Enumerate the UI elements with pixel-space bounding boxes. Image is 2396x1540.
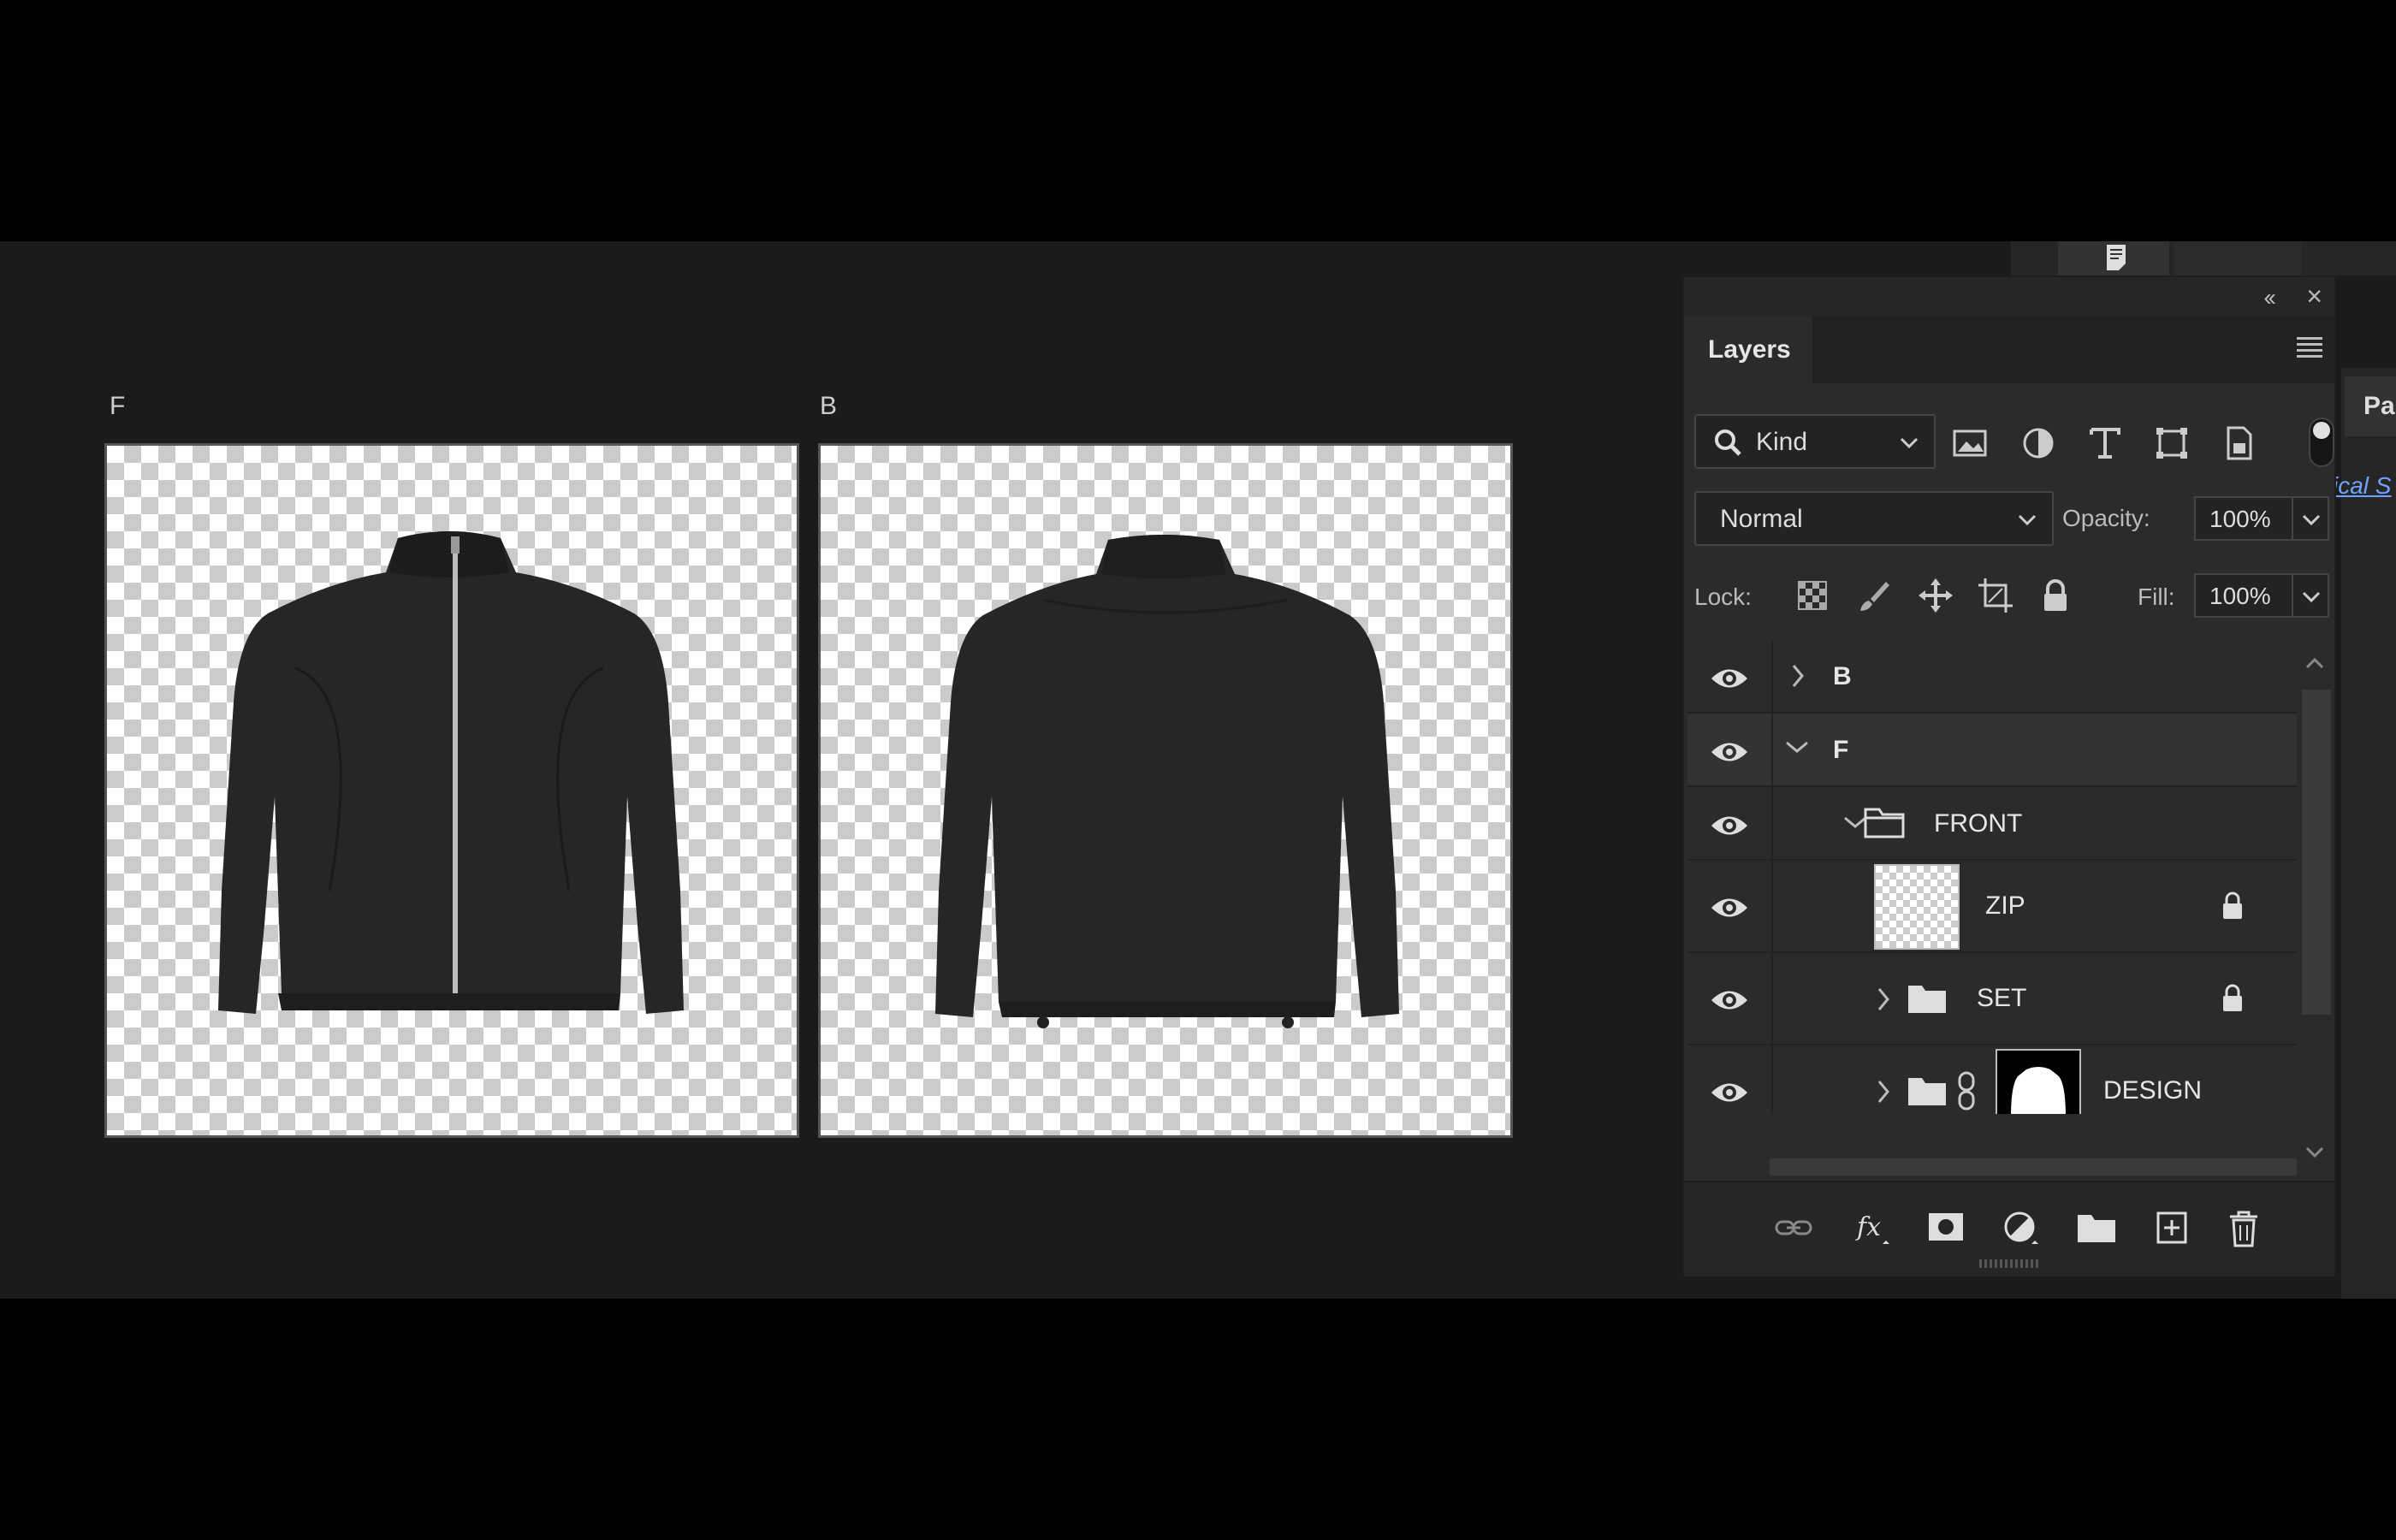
layer-thumbnail xyxy=(1874,864,1960,950)
layer-row-b[interactable]: B xyxy=(1687,640,2297,714)
mask-link-icon[interactable] xyxy=(1956,1071,1977,1111)
new-adjustment-layer-icon[interactable] xyxy=(2001,1208,2042,1247)
fill-input[interactable]: 100% xyxy=(2194,573,2293,618)
filter-adjustment-icon[interactable] xyxy=(2019,424,2057,462)
visibility-eye-icon[interactable] xyxy=(1710,739,1749,765)
mask-shape xyxy=(2011,1067,2066,1114)
right-dock-link[interactable]: ical S xyxy=(2333,472,2396,500)
row-separator xyxy=(1771,861,1773,951)
row-separator xyxy=(1771,953,1773,1044)
layer-name: F xyxy=(1833,736,1849,764)
opacity-dropdown[interactable] xyxy=(2292,496,2329,541)
chevron-right-icon[interactable] xyxy=(1874,1078,1893,1105)
visibility-eye-icon[interactable] xyxy=(1710,1080,1749,1105)
document-icon[interactable] xyxy=(2102,243,2131,272)
layers-list[interactable]: B F FRONT ZIP SET DESIGN xyxy=(1687,640,2297,1114)
lock-image-pixels-icon[interactable] xyxy=(1855,577,1893,614)
collapse-icon[interactable]: ‹‹ xyxy=(2263,284,2276,311)
layer-locked-icon xyxy=(2223,984,2242,1011)
artboard-front[interactable] xyxy=(104,443,799,1138)
filter-kind-label: Kind xyxy=(1756,428,1808,456)
filter-shape-icon[interactable] xyxy=(2153,424,2191,462)
fill-dropdown[interactable] xyxy=(2292,573,2329,618)
tab-layers[interactable]: Layers xyxy=(1684,317,1812,383)
tab-paths[interactable]: Pa xyxy=(2345,376,2396,436)
blend-mode-select[interactable]: Normal xyxy=(1694,491,2054,546)
row-separator xyxy=(1771,640,1773,712)
lock-transparent-pixels-icon[interactable] xyxy=(1794,577,1831,614)
panel-resize-grip[interactable] xyxy=(1979,1259,2039,1268)
jacket-back-image xyxy=(935,535,1399,1028)
chevron-down-icon xyxy=(2302,514,2321,526)
close-icon[interactable]: × xyxy=(2306,281,2322,312)
lock-label: Lock: xyxy=(1694,583,1752,610)
folder-icon xyxy=(1864,808,1905,838)
chevron-down-icon xyxy=(2018,514,2037,526)
folder-icon xyxy=(1908,986,1946,1013)
add-mask-icon[interactable] xyxy=(1925,1208,1966,1247)
artboard-back[interactable] xyxy=(818,443,1513,1138)
chevron-down-icon xyxy=(1900,437,1919,449)
layer-name: B xyxy=(1833,662,1852,690)
layers-scroll-thumb[interactable] xyxy=(2302,690,2331,1015)
filter-pixel-icon[interactable] xyxy=(1951,424,1989,462)
row-separator xyxy=(1771,1045,1773,1114)
row-separator xyxy=(1771,714,1773,785)
dock-tab-secondary[interactable] xyxy=(2174,241,2302,275)
blend-mode-value: Normal xyxy=(1720,505,1803,533)
panel-menu-icon[interactable] xyxy=(2297,337,2322,359)
layer-name: FRONT xyxy=(1934,809,2023,838)
chevron-down-icon[interactable] xyxy=(1783,737,1811,756)
layer-row-zip[interactable]: ZIP xyxy=(1687,861,2297,953)
artboard-label-front[interactable]: F xyxy=(110,392,125,421)
link-layers-icon[interactable] xyxy=(1773,1208,1814,1247)
visibility-eye-icon[interactable] xyxy=(1710,813,1749,838)
new-group-icon[interactable] xyxy=(2076,1208,2117,1247)
lock-artboard-icon[interactable] xyxy=(1977,577,2014,614)
chevron-right-icon[interactable] xyxy=(1788,662,1807,690)
jacket-front-image xyxy=(218,531,684,1014)
panel-tab-bar: Layers xyxy=(1684,317,2334,383)
visibility-eye-icon[interactable] xyxy=(1710,895,1749,921)
chevron-down-icon xyxy=(2302,591,2321,603)
filter-row: Kind xyxy=(1694,414,2334,469)
scroll-down-icon[interactable] xyxy=(2302,1141,2328,1162)
fill-label: Fill: xyxy=(2138,583,2175,610)
folder-icon xyxy=(1908,1078,1946,1105)
layer-style-fx-icon[interactable]: fx xyxy=(1852,1208,1893,1247)
search-icon xyxy=(1715,429,1741,456)
layer-name: SET xyxy=(1977,984,2027,1012)
visibility-eye-icon[interactable] xyxy=(1710,987,1749,1013)
lock-row: Lock: Fill: 100% xyxy=(1694,568,2329,625)
artboard-label-back[interactable]: B xyxy=(820,392,837,421)
row-separator xyxy=(1771,787,1773,859)
svg-text:fx: fx xyxy=(1855,1212,1881,1242)
blend-row: Normal Opacity: 100% xyxy=(1694,491,2329,548)
delete-layer-icon[interactable] xyxy=(2223,1208,2264,1247)
layer-mask-thumbnail[interactable] xyxy=(1996,1049,2081,1114)
layer-name: DESIGN xyxy=(2103,1076,2203,1105)
chevron-right-icon[interactable] xyxy=(1874,986,1893,1013)
visibility-eye-icon[interactable] xyxy=(1710,666,1749,691)
layer-row-design[interactable]: DESIGN xyxy=(1687,1045,2297,1114)
layer-row-f[interactable]: F xyxy=(1687,714,2297,787)
scroll-up-icon[interactable] xyxy=(2302,654,2328,674)
lock-all-icon[interactable] xyxy=(2037,577,2074,614)
layer-name: ZIP xyxy=(1985,891,2025,920)
partial-layer-row[interactable] xyxy=(1770,1158,2297,1176)
panel-title-bar[interactable]: ‹‹ × xyxy=(1684,277,2334,317)
opacity-label: Opacity: xyxy=(2062,505,2150,531)
filter-type-icon[interactable] xyxy=(2086,424,2124,462)
right-dock-panel xyxy=(2341,368,2396,1299)
lock-position-icon[interactable] xyxy=(1917,577,1954,614)
filter-smart-object-icon[interactable] xyxy=(2220,424,2257,462)
layer-row-front[interactable]: FRONT xyxy=(1687,787,2297,861)
layer-locked-icon xyxy=(2223,891,2242,919)
layers-panel: ‹‹ × Layers Kind Normal Opacity: 100% Lo… xyxy=(1682,275,2336,1276)
new-layer-icon[interactable] xyxy=(2151,1208,2192,1247)
layer-row-set[interactable]: SET xyxy=(1687,953,2297,1045)
opacity-input[interactable]: 100% xyxy=(2194,496,2293,541)
filter-toggle[interactable] xyxy=(2309,418,2334,467)
filter-kind-select[interactable]: Kind xyxy=(1694,414,1936,469)
